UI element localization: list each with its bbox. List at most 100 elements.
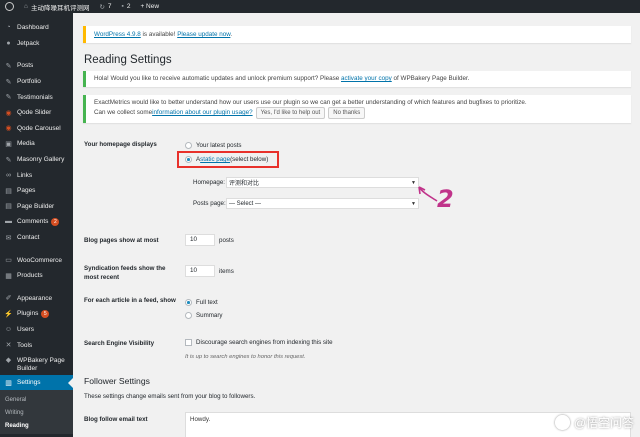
search-visibility-label: Search Engine Visibility <box>84 340 155 347</box>
plugin-usage-link[interactable]: information about our plugin usage? <box>152 109 252 117</box>
sidebar-item-links[interactable]: ∞ Links <box>0 167 73 183</box>
updates-icon: ↻ <box>99 3 105 11</box>
comment-icon: ▬ <box>5 218 12 226</box>
exactmetrics-notice: ExactMetrics would like to better unders… <box>83 95 631 123</box>
wukong-logo-icon <box>554 415 570 430</box>
admin-sidebar: ◔ Dashboard ● Jetpack ✎ Posts ✎ Portfolio ✎ T… <box>0 13 73 437</box>
vc-notice: Hola! Would you like to receive automati… <box>83 71 631 87</box>
posts-page-select[interactable]: — Select — ▼ <box>226 198 419 209</box>
site-title-link[interactable]: ⌂ 主动降噪耳机评测网 <box>19 0 94 13</box>
new-label: + New <box>140 3 160 10</box>
update-notice: WordPress 4.9.8 is available! Please upd… <box>83 26 631 43</box>
summary-radio[interactable] <box>185 312 192 319</box>
full-text-radio[interactable] <box>185 299 192 306</box>
follower-settings-desc: These settings change emails sent from y… <box>84 393 256 400</box>
highlight-box <box>177 151 279 168</box>
latest-posts-option[interactable]: Your latest posts <box>185 142 242 149</box>
sidebar-item-woocommerce[interactable]: ▭ WooCommerce <box>0 252 73 268</box>
settings-submenu: General Writing Reading <box>0 390 73 435</box>
sidebar-item-settings[interactable]: ▥ Settings <box>0 374 73 391</box>
builder-icon: ▤ <box>5 203 12 211</box>
blog-pages-input[interactable]: 10 <box>185 234 215 246</box>
sidebar-item-posts[interactable]: ✎ Posts <box>0 58 73 74</box>
wordpress-logo-icon <box>5 2 14 11</box>
pin-icon: ✎ <box>5 62 12 70</box>
sidebar-item-contact[interactable]: ✉ Contact <box>0 230 73 246</box>
discourage-checkbox[interactable] <box>185 339 192 346</box>
plugins-badge: 5 <box>41 309 50 318</box>
sidebar-item-qode-slider[interactable]: ◉ Qode Slider <box>0 105 73 121</box>
sidebar-item-appearance[interactable]: ✐ Appearance <box>0 291 73 307</box>
admin-bar: ⌂ 主动降噪耳机评测网 ↻ 7 ▪ 2 + New <box>0 0 640 13</box>
homepage-select-label: Homepage: <box>193 179 225 186</box>
page-icon: ▤ <box>5 187 12 195</box>
jetpack-icon: ● <box>6 39 11 47</box>
wrench-icon: ✕ <box>5 342 12 350</box>
sidebar-item-portfolio[interactable]: ✎ Portfolio <box>0 74 73 90</box>
help-out-button[interactable]: Yes, I'd like to help out <box>255 107 326 119</box>
media-icon: ▣ <box>5 140 12 148</box>
quote-icon: ✎ <box>5 94 12 102</box>
portfolio-icon: ✎ <box>5 78 12 86</box>
submenu-general[interactable]: General <box>0 393 73 406</box>
sidebar-item-tools[interactable]: ✕ Tools <box>0 337 73 353</box>
wpbakery-icon: ◆ <box>5 356 12 364</box>
watermark: @悟空问答 <box>554 414 634 431</box>
sidebar-item-comments[interactable]: ▬ Comments 2 <box>0 214 73 230</box>
visibility-description: It is up to search engines to honor this… <box>185 354 306 360</box>
updates-link[interactable]: ↻ 7 <box>94 0 116 13</box>
gallery-icon: ✎ <box>5 156 12 164</box>
updates-count: 7 <box>107 3 112 10</box>
sidebar-item-masonry-gallery[interactable]: ✎ Masonry Gallery <box>0 152 73 168</box>
sidebar-item-plugins[interactable]: ⚡ Plugins 5 <box>0 306 73 322</box>
homepage-displays-label: Your homepage displays <box>84 141 157 148</box>
homepage-select[interactable]: 评测和对比 ▼ <box>226 177 419 188</box>
mail-icon: ✉ <box>5 234 12 242</box>
sidebar-item-page-builder[interactable]: ▤ Page Builder <box>0 199 73 215</box>
sidebar-item-wpbakery[interactable]: ◆ WPBakery Page Builder <box>0 353 73 375</box>
blog-pages-row: 10 posts <box>185 234 234 246</box>
sidebar-item-media[interactable]: ▣ Media <box>0 136 73 152</box>
posts-page-select-label: Posts page: <box>193 200 226 207</box>
dashboard-icon: ◔ <box>6 24 11 32</box>
update-now-link[interactable]: Please update now <box>177 31 230 38</box>
qode-icon: ◉ <box>5 109 12 117</box>
link-icon: ∞ <box>6 171 11 179</box>
main-content: WordPress 4.9.8 is available! Please upd… <box>73 13 640 437</box>
settings-icon: ▥ <box>5 379 12 387</box>
page-title: Reading Settings <box>84 54 172 66</box>
sidebar-item-users[interactable]: ☺ Users <box>0 322 73 338</box>
wordpress-logo-button[interactable] <box>0 0 19 13</box>
user-icon: ☺ <box>4 325 13 333</box>
discourage-option[interactable]: Discourage search engines from indexing … <box>185 339 333 346</box>
sidebar-item-products[interactable]: ▦ Products <box>0 268 73 284</box>
sidebar-item-qode-carousel[interactable]: ◉ Qode Carousel <box>0 121 73 137</box>
submenu-writing[interactable]: Writing <box>0 406 73 419</box>
new-content-link[interactable]: + New <box>135 0 164 13</box>
comment-bubble-icon: ▪ <box>121 3 124 10</box>
site-title: 主动降噪耳机评测网 <box>30 4 90 12</box>
latest-posts-radio[interactable] <box>185 142 192 149</box>
summary-option[interactable]: Summary <box>185 312 222 319</box>
sidebar-item-jetpack[interactable]: ● Jetpack <box>0 36 73 52</box>
qode-icon: ◉ <box>5 125 12 133</box>
wordpress-version-link[interactable]: WordPress 4.9.8 <box>94 31 141 38</box>
sidebar-item-pages[interactable]: ▤ Pages <box>0 183 73 199</box>
sidebar-item-testimonials[interactable]: ✎ Testimonials <box>0 89 73 105</box>
plugin-icon: ⚡ <box>4 310 13 318</box>
blog-pages-label: Blog pages show at most <box>84 237 159 244</box>
no-thanks-button[interactable]: No thanks <box>328 107 366 119</box>
submenu-reading[interactable]: Reading <box>0 419 73 432</box>
activate-copy-link[interactable]: activate your copy <box>341 75 392 82</box>
syndication-input[interactable]: 10 <box>185 265 215 277</box>
comments-link[interactable]: ▪ 2 <box>117 0 136 13</box>
follow-email-label: Blog follow email text <box>84 416 148 423</box>
product-icon: ▦ <box>5 272 12 280</box>
sidebar-item-dashboard[interactable]: ◔ Dashboard <box>0 20 73 36</box>
full-text-option[interactable]: Full text <box>185 299 218 306</box>
brush-icon: ✐ <box>5 295 12 303</box>
comments-badge: 2 <box>51 217 60 226</box>
woo-icon: ▭ <box>5 257 12 265</box>
feed-show-label: For each article in a feed, show <box>84 297 176 304</box>
home-icon: ⌂ <box>24 3 28 10</box>
